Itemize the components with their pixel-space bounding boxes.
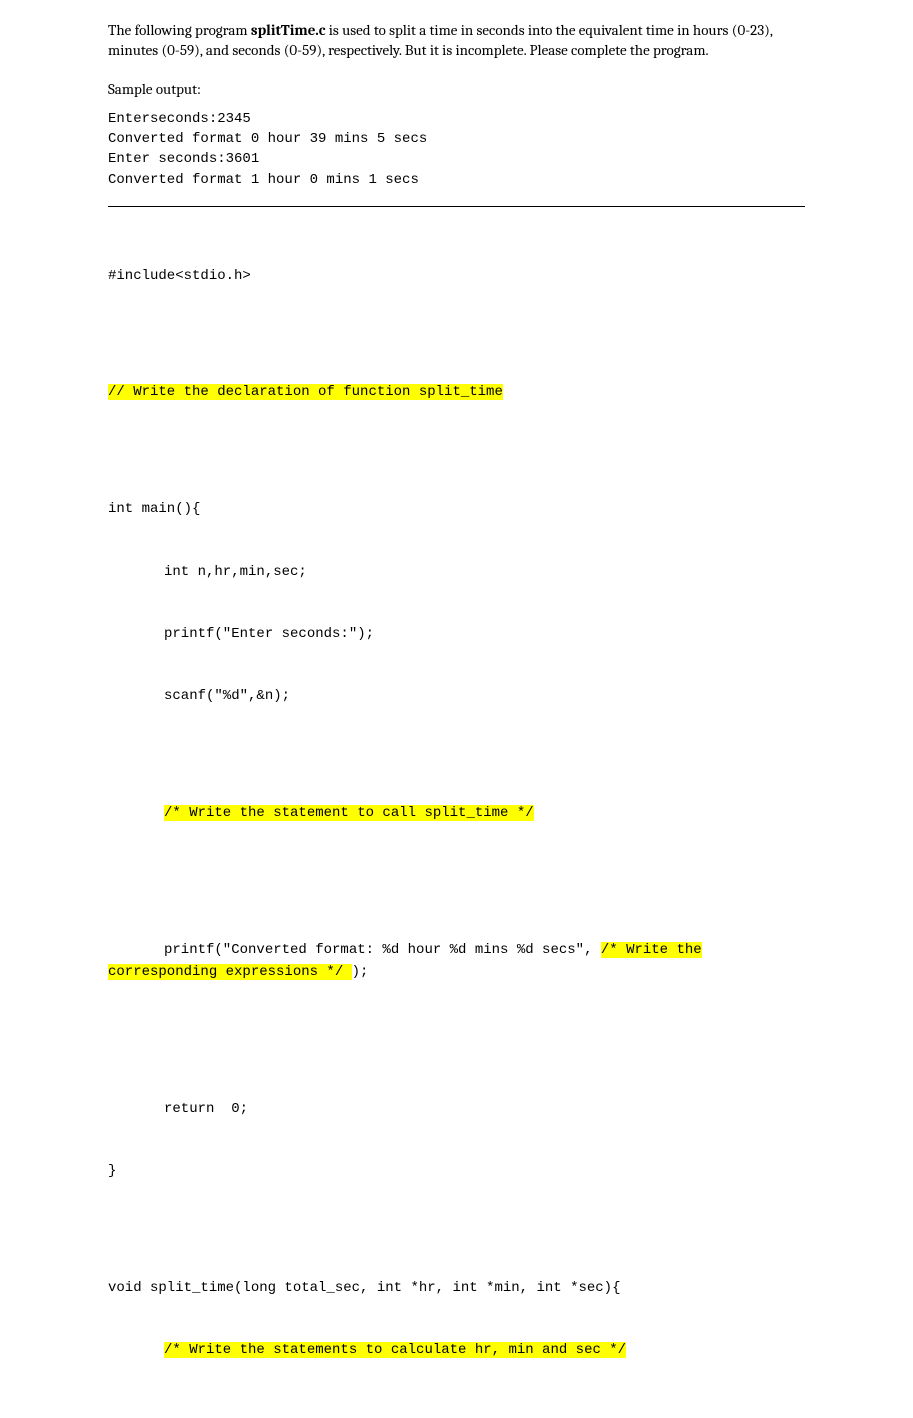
- blank-line: [108, 328, 805, 342]
- blank-line: [108, 445, 805, 459]
- intro-paragraph: The following program splitTime.c is use…: [108, 20, 805, 61]
- code-printf2-a: printf("Converted format: %d hour %d min…: [164, 942, 601, 958]
- sample1-line1: Enterseconds:2345: [108, 111, 251, 127]
- blank-line: [108, 865, 805, 879]
- highlight-decl-comment: // Write the declaration of function spl…: [108, 384, 503, 400]
- code-decl-comment: // Write the declaration of function spl…: [108, 382, 805, 404]
- intro-prefix: The following program: [108, 21, 251, 39]
- sample-output-label: Sample output:: [108, 79, 805, 99]
- code-main-printf1: printf("Enter seconds:");: [108, 624, 805, 646]
- sample2-line2: Converted format 1 hour 0 mins 1 secs: [108, 172, 419, 188]
- sample2-line1: Enter seconds:3601: [108, 151, 259, 167]
- code-call-comment: /* Write the statement to call split_tim…: [108, 803, 805, 825]
- code-close1: }: [108, 1161, 805, 1183]
- highlight-call-comment: /* Write the statement to call split_tim…: [164, 805, 534, 821]
- code-main-sig: int main(){: [108, 499, 805, 521]
- code-printf2-b: );: [352, 964, 369, 980]
- blank-line: [108, 1224, 805, 1238]
- code-listing: #include<stdio.h> // Write the declarati…: [108, 225, 805, 1418]
- highlight-func-comment: /* Write the statements to calculate hr,…: [164, 1342, 626, 1358]
- divider: [108, 206, 805, 207]
- program-name: splitTime.c: [251, 21, 326, 39]
- code-printf2: printf("Converted format: %d hour %d min…: [108, 940, 805, 983]
- sample-output-1: Enterseconds:2345 Converted format 0 hou…: [108, 109, 805, 150]
- code-func-comment: /* Write the statements to calculate hr,…: [108, 1340, 805, 1362]
- blank-line: [108, 748, 805, 762]
- blank-line: [108, 1044, 805, 1058]
- code-return: return 0;: [108, 1099, 805, 1121]
- code-include: #include<stdio.h>: [108, 266, 805, 288]
- blank-line: [108, 1403, 805, 1417]
- code-main-decl: int n,hr,min,sec;: [108, 562, 805, 584]
- code-func-sig: void split_time(long total_sec, int *hr,…: [108, 1278, 805, 1300]
- code-main-scanf: scanf("%d",&n);: [108, 686, 805, 708]
- sample1-line2: Converted format 0 hour 39 mins 5 secs: [108, 131, 427, 147]
- sample-output-2: Enter seconds:3601 Converted format 1 ho…: [108, 149, 805, 190]
